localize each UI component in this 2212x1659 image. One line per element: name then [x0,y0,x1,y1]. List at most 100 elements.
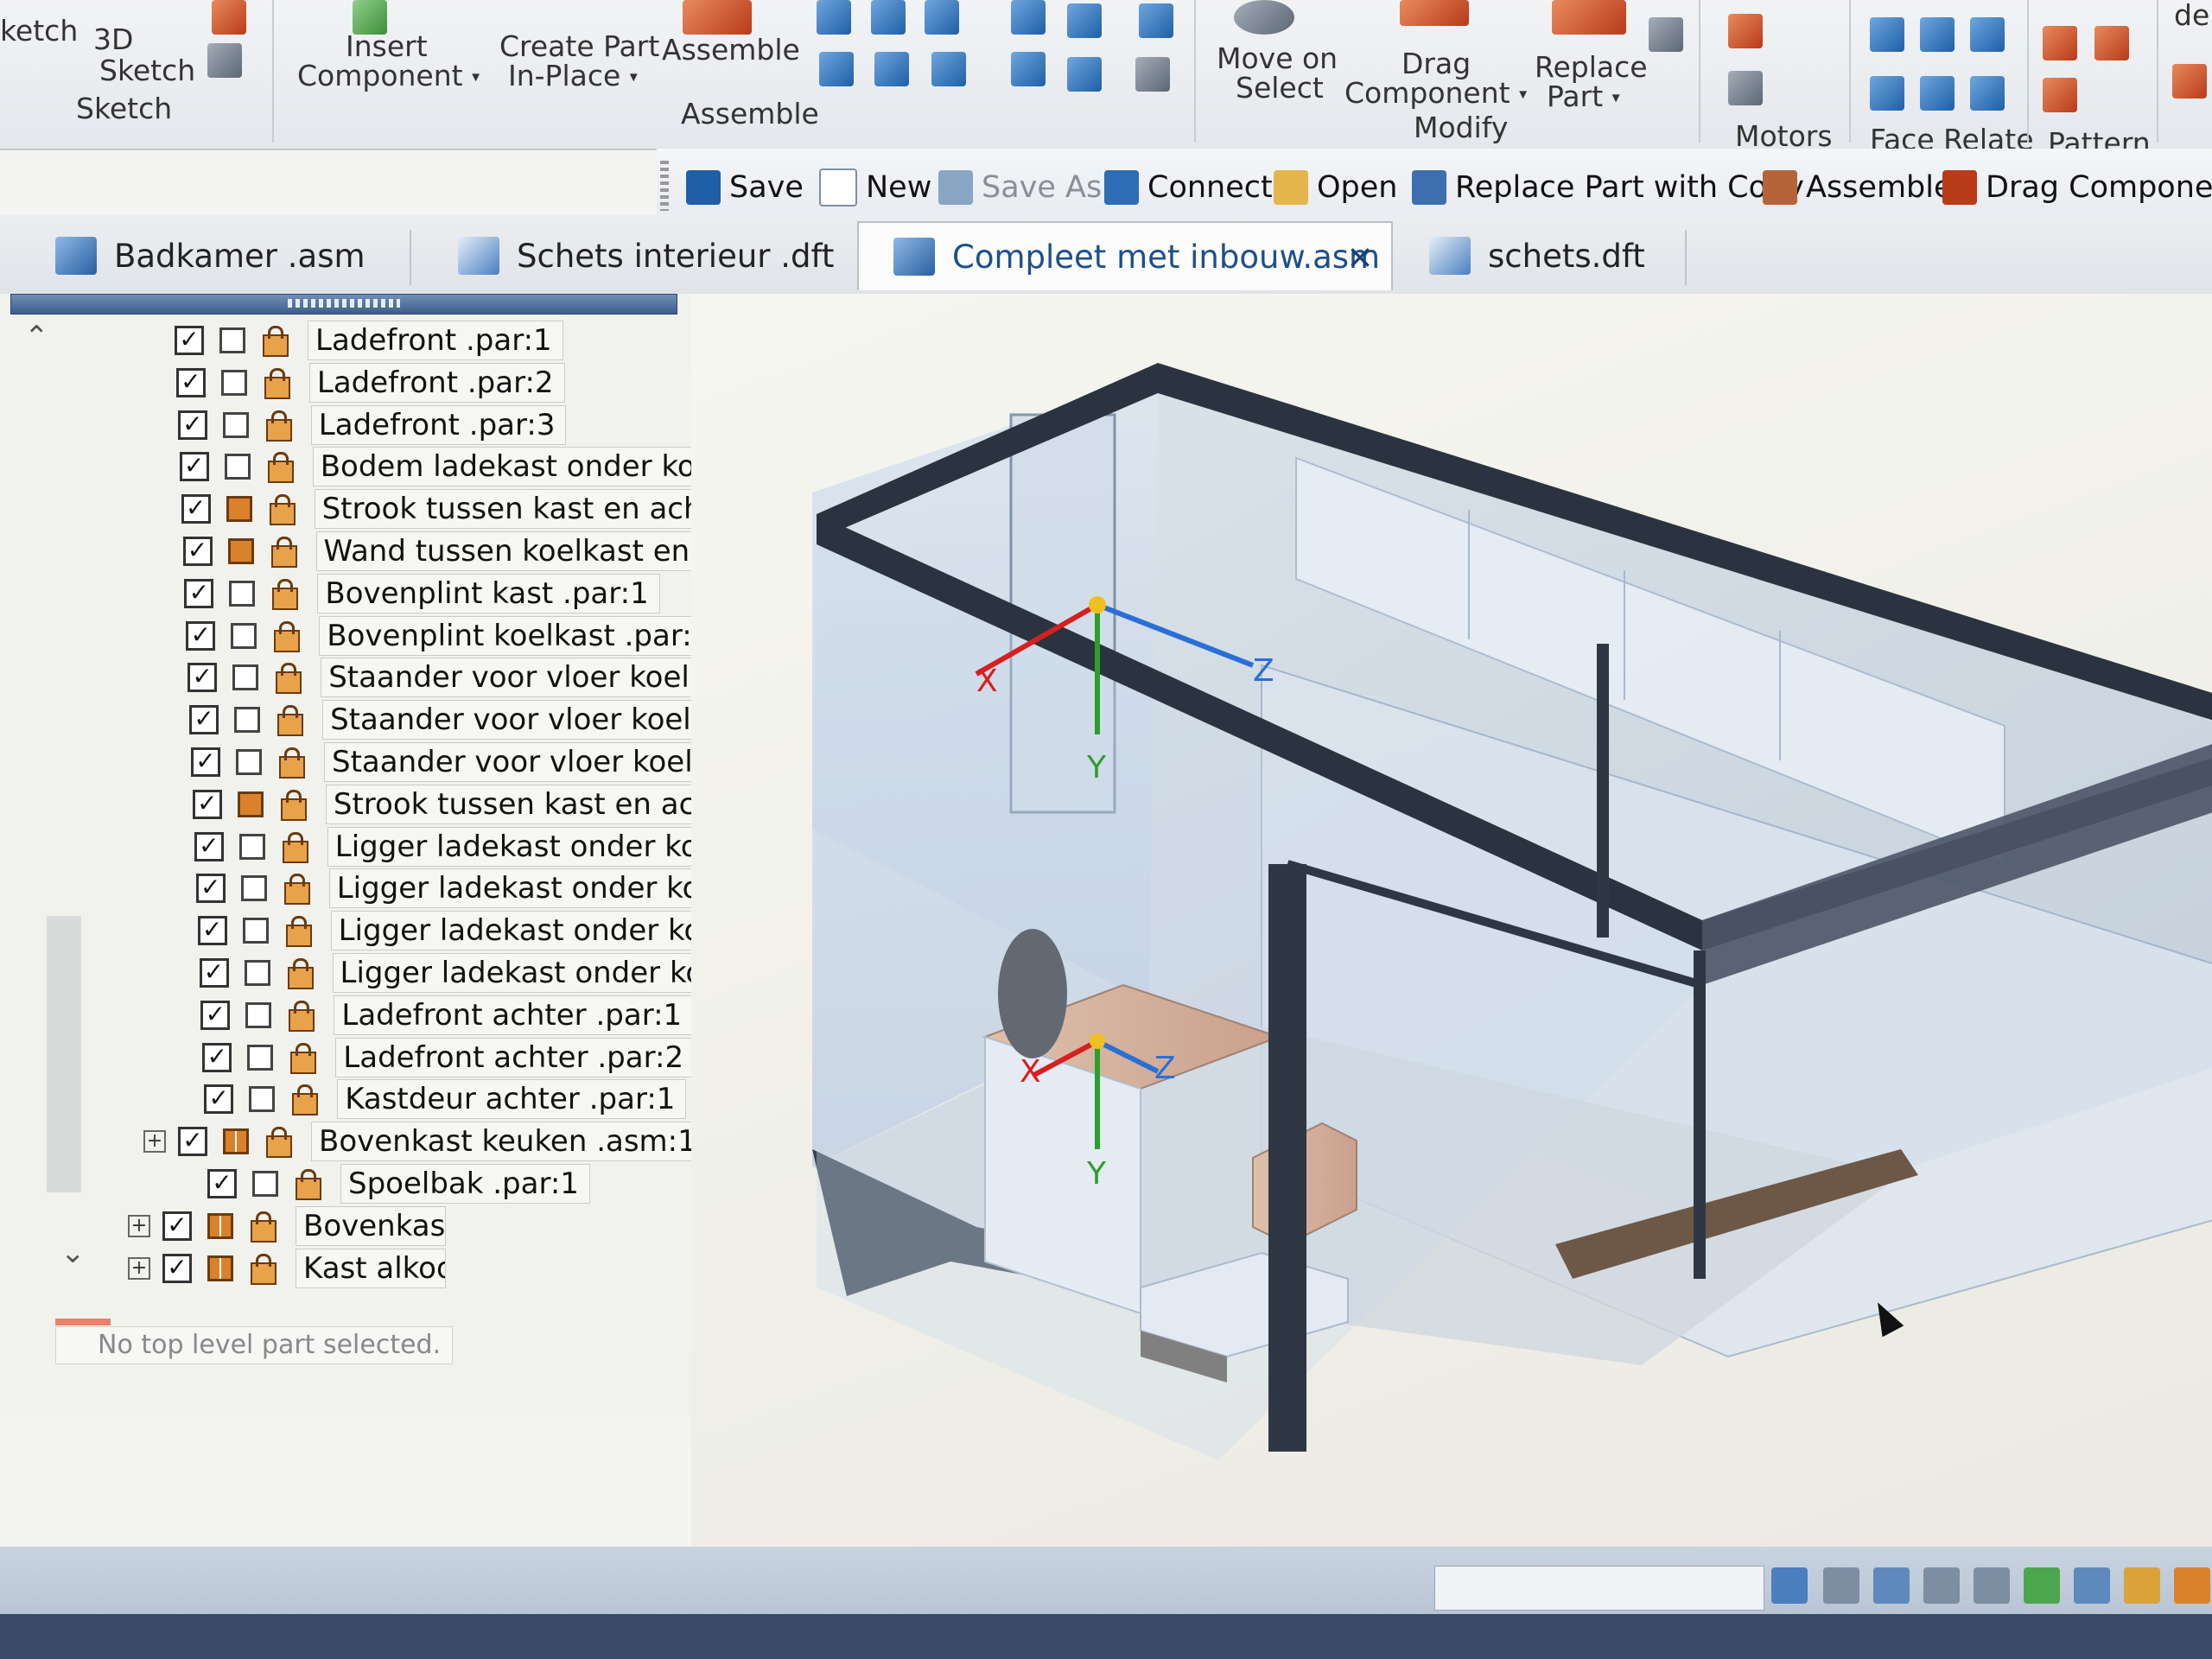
tab-schets-interieur-dft[interactable]: Schets interieur .dft [423,221,855,290]
tree-row[interactable]: ✓ Strook tussen kast en ach [192,784,705,824]
expand-icon[interactable]: + [143,1130,166,1154]
move-on-select-icon[interactable] [1234,0,1294,35]
tree-item-label[interactable]: Bovenkast zithoek .asm:1 [296,1205,446,1246]
subassembly-icon[interactable] [223,1128,249,1155]
replace-part-icon[interactable] [1552,0,1626,35]
create-part-in-place-line1[interactable]: Create Part [499,31,659,62]
tree-item-label[interactable]: Ladefront .par:2 [308,362,565,403]
tree-item-label[interactable]: Strook tussen kast en ach [325,784,705,824]
sketch-cut-label[interactable]: ketch [0,16,78,47]
expand-icon[interactable]: + [128,1214,150,1237]
move-on-select-line1[interactable]: Move on [1217,43,1338,74]
tree-row[interactable]: ✓ Spoelbak .par:1 [207,1164,590,1204]
vertical-scrollbar[interactable] [47,916,81,1192]
select-box[interactable] [244,960,270,986]
move-on-select-line2[interactable]: Select [1236,73,1324,104]
replace-part-line1[interactable]: Replace [1535,52,1648,83]
visibility-checkbox[interactable]: ✓ [184,578,214,608]
prompt-field[interactable] [1434,1566,1764,1611]
tab-schets-dft[interactable]: schets.dft [1395,221,1688,290]
tree-item-label[interactable]: Ligger ladekast onder koe [328,868,705,909]
visibility-checkbox[interactable]: ✓ [181,494,211,524]
connect-button[interactable]: Connect [1104,166,1273,209]
zoom-area-icon[interactable] [1923,1567,1960,1604]
visibility-checkbox[interactable]: ✓ [178,1127,207,1157]
select-box[interactable] [234,707,261,734]
select-box[interactable] [229,580,256,607]
replace-part-with-copy-button[interactable]: Replace Part with Copy [1412,166,1804,209]
tree-row[interactable]: ✓ Ladefront achter .par:2 [202,1037,696,1077]
tree-row[interactable]: ✓ Ladefront .par:3 [177,404,567,445]
drag-component-icon[interactable] [1400,0,1469,26]
visibility-checkbox[interactable]: ✓ [188,663,218,693]
visibility-checkbox[interactable]: ✓ [197,916,227,946]
select-box[interactable] [237,791,264,817]
tree-row[interactable]: + ✓ Kast alkoof links .asm:1 [128,1248,446,1288]
tree-row[interactable]: ✓ Ligger ladekast onder koe [195,868,705,909]
select-box[interactable] [224,454,251,480]
visibility-checkbox[interactable]: ✓ [162,1253,192,1283]
tree-row[interactable]: ✓ Staander voor vloer koelk [188,658,705,698]
scroll-down-icon[interactable]: ⌄ [60,1236,86,1270]
replace-options-icon[interactable] [1649,17,1683,52]
rigid-set-icon[interactable] [1920,17,1955,52]
open-button[interactable]: Open [1274,166,1397,209]
visibility-checkbox[interactable]: ✓ [189,705,219,735]
tree-row[interactable]: ✓ Staander voor vloer koelk [191,742,705,782]
tree-row[interactable]: ✓ Wand tussen koelkast en [182,531,702,571]
tree-item-label[interactable]: Bodem ladekast onder ko [312,447,705,487]
mirror-icon[interactable] [817,0,851,35]
drag-component-line1[interactable]: Drag [1402,48,1471,79]
shading-icon[interactable] [2124,1567,2160,1604]
zoom-icon[interactable] [1873,1567,1910,1604]
mirror-component-icon[interactable] [2094,26,2129,60]
tree-item-label[interactable]: Staander voor vloer koelk [322,700,705,741]
tree-row[interactable]: ✓ Bovenplint kast .par:1 [184,573,660,613]
visibility-checkbox[interactable]: ✓ [186,620,216,651]
select-box[interactable] [236,749,262,775]
pan-icon[interactable] [1974,1567,2010,1604]
diamond-icon[interactable] [1067,3,1102,38]
tree-row[interactable]: ✓ Bovenplint koelkast .par:1 [186,615,705,656]
axis-align-icon[interactable] [1139,3,1173,38]
tree-item-label[interactable]: Ligger ladekast onder koe [327,826,705,867]
3d-graphics-window[interactable]: X Z Y X Z Y [691,294,2212,1573]
select-box[interactable] [226,496,252,523]
assembly-model[interactable]: X Z Y X Z Y [691,294,2212,1573]
offset-icon[interactable] [874,52,909,86]
visibility-checkbox[interactable]: ✓ [207,1169,237,1198]
drag-component-qa-button[interactable]: Drag Component [1942,166,2212,209]
tree-item-label[interactable]: Wand tussen koelkast en [315,531,702,571]
visibility-checkbox[interactable]: ✓ [175,326,204,355]
tree-item-label[interactable]: Kast alkoof links .asm:1 [296,1248,446,1288]
lightning-icon[interactable] [931,52,966,86]
parallel-icon[interactable] [1870,17,1904,52]
flip-icon[interactable] [925,0,959,35]
tree-item-label[interactable]: Strook tussen kast en ach [314,489,705,530]
tree-item-label[interactable]: Bovenkast keuken .asm:1 [311,1122,708,1162]
tree-row[interactable]: + ✓ Bovenkast keuken .asm:1 [143,1122,708,1162]
tab-badkamer-asm[interactable]: Badkamer .asm [21,221,410,290]
tangent-icon[interactable] [1067,57,1102,92]
motor-icon[interactable] [1728,14,1763,48]
tree-row[interactable]: ✓ Ladefront achter .par:1 [200,995,694,1035]
tree-item-label[interactable]: Bovenplint koelkast .par:1 [319,615,705,656]
view-orientation-icon[interactable] [2074,1567,2110,1604]
visibility-checkbox[interactable]: ✓ [194,831,224,861]
tree-item-label[interactable]: Staander voor vloer koelk [321,658,705,698]
toolbar-grip[interactable] [660,161,669,211]
align-icon[interactable] [871,0,906,35]
arrow-icon[interactable] [1771,1567,1808,1604]
save-button[interactable]: Save [686,166,804,209]
visibility-checkbox[interactable]: ✓ [175,367,206,397]
select-box[interactable] [227,538,254,564]
tree-item-label[interactable]: Kastdeur achter .par:1 [337,1079,687,1120]
visibility-checkbox[interactable]: ✓ [202,1042,232,1072]
visibility-checkbox[interactable]: ✓ [195,874,226,904]
concentric-icon[interactable] [1920,76,1955,111]
select-box[interactable] [232,664,259,691]
fit-icon[interactable] [1823,1567,1859,1604]
tangent-face-icon[interactable] [1970,76,2005,111]
visibility-checkbox[interactable]: ✓ [179,452,209,482]
3d-sketch-button-line1[interactable]: 3D [93,24,133,55]
